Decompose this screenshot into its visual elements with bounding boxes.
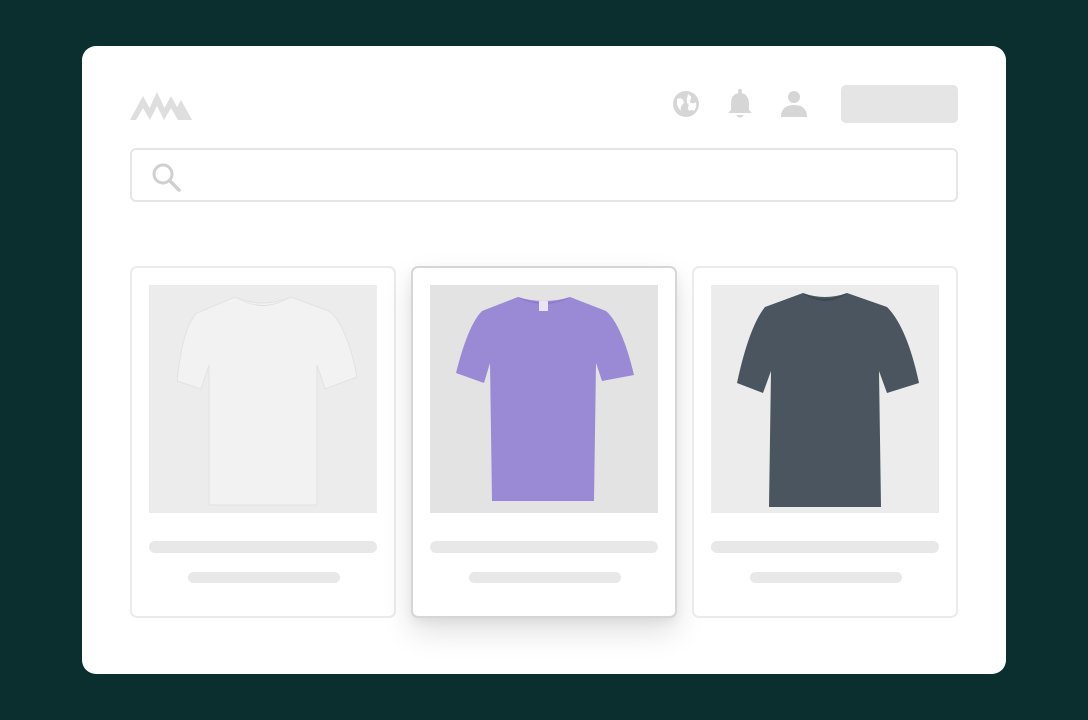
search-bar[interactable]	[130, 148, 958, 202]
product-image	[149, 285, 377, 513]
product-price	[188, 572, 340, 583]
tshirt-image	[456, 297, 634, 501]
product-title	[149, 541, 377, 553]
app-window	[82, 46, 1006, 674]
product-card[interactable]	[692, 266, 958, 618]
product-title	[711, 541, 939, 553]
product-card-selected[interactable]	[411, 266, 677, 618]
product-price	[750, 572, 902, 583]
bell-icon[interactable]	[724, 88, 756, 120]
brand-logo[interactable]	[130, 90, 192, 120]
product-card[interactable]	[130, 266, 396, 618]
page-background	[0, 0, 1088, 720]
user-icon[interactable]	[778, 88, 810, 120]
search-icon	[152, 163, 181, 192]
product-title	[430, 541, 658, 553]
tshirt-image	[737, 293, 919, 507]
tshirt-image	[176, 296, 358, 506]
search-input[interactable]	[192, 158, 936, 194]
header-action-button[interactable]	[841, 85, 958, 123]
product-image	[430, 285, 658, 513]
product-price	[469, 572, 621, 583]
globe-icon[interactable]	[670, 88, 702, 120]
product-image	[711, 285, 939, 513]
